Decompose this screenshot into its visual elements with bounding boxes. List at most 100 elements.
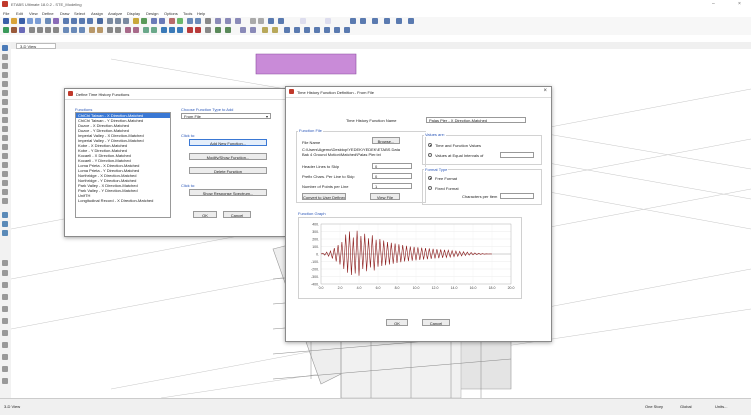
text-icon[interactable] [350,18,356,24]
open-icon[interactable] [11,18,17,24]
merge-icon[interactable] [314,27,320,33]
refresh-icon[interactable] [159,18,165,24]
dimension-tool-icon[interactable] [2,270,8,276]
show-reactions-icon[interactable] [187,27,193,33]
modify-function-button[interactable]: Modify/Show Function... [189,153,267,160]
join-icon[interactable] [324,27,330,33]
reshape-icon[interactable] [2,260,8,266]
cancel-button[interactable]: Cancel [223,211,251,218]
draw-column-icon[interactable] [45,27,51,33]
plan-view-icon[interactable] [115,18,121,24]
snap-icon[interactable] [372,18,378,24]
assign-property-icon[interactable] [143,27,149,33]
verify-design-icon[interactable] [225,27,231,33]
zoom-fit-icon[interactable] [87,18,93,24]
pencil-icon[interactable] [53,18,59,24]
menu-define[interactable]: Define [42,11,54,16]
drawings-icon[interactable] [272,27,278,33]
functions-list[interactable]: ChiChi Taiwan - X Direction-Matched ChiC… [75,112,171,218]
draw-tendon-tool-icon[interactable] [2,198,8,204]
line-snap-icon[interactable] [396,18,402,24]
intersection-icon[interactable] [408,18,414,24]
function-name-input[interactable]: Palas Pier - X Direction-Matched [426,117,526,123]
menu-assign[interactable]: Assign [91,11,103,16]
pan-icon[interactable] [97,18,103,24]
story-icon[interactable] [258,18,264,24]
menu-file[interactable]: File [3,11,9,16]
prefix-chars-input[interactable]: 0 [372,173,412,179]
deselect-icon[interactable] [11,27,17,33]
draw-area-icon[interactable] [2,99,8,105]
draw-tendon-icon[interactable] [97,27,103,33]
menu-tools[interactable]: Tools [183,11,192,16]
rotate-icon[interactable] [141,18,147,24]
draw-opening-icon[interactable] [79,27,85,33]
detailing-icon[interactable] [262,27,268,33]
start-design-icon[interactable] [215,27,221,33]
redo-icon[interactable] [35,18,41,24]
show-undeformed-icon[interactable] [161,27,167,33]
draw-frame-icon[interactable] [29,27,35,33]
lock-icon[interactable] [177,18,183,24]
assign-diaphragm-icon[interactable] [115,27,121,33]
zoom-in-icon[interactable] [63,18,69,24]
draw-wall-icon[interactable] [63,27,69,33]
draw-floor-icon[interactable] [71,27,77,33]
run-analysis-icon[interactable] [169,18,175,24]
draw-beam-icon[interactable] [37,27,43,33]
draw-secondary-beam-icon[interactable] [2,180,8,186]
design-strip-icon[interactable] [2,354,8,360]
rubber-band-icon[interactable] [133,18,139,24]
draw-brace-icon[interactable] [53,27,59,33]
select-all-icon[interactable] [3,27,9,33]
pointer-icon[interactable] [45,18,51,24]
invert-selection-icon[interactable] [19,27,25,33]
reference-line-icon[interactable] [2,306,8,312]
deformed-shape-icon[interactable] [187,18,193,24]
menu-view[interactable]: View [29,11,38,16]
draw-grid-icon[interactable] [2,90,8,96]
grid-icon[interactable] [250,18,256,24]
replicate-icon[interactable] [294,27,300,33]
define-frame-icon[interactable] [268,18,274,24]
delete-function-button[interactable]: Delete Function [189,167,267,174]
view-3d-icon[interactable] [107,18,113,24]
forces-icon[interactable] [195,18,201,24]
show-mode-shape-icon[interactable] [177,27,183,33]
assign-restraint-icon[interactable] [107,27,113,33]
elevation-view-icon[interactable] [123,18,129,24]
draw-link-icon[interactable] [89,27,95,33]
rebar-icon[interactable] [2,366,8,372]
ok-button[interactable]: OK [386,319,408,326]
slab-design-icon[interactable] [250,27,256,33]
assign-modifier-icon[interactable] [151,27,157,33]
show-loads-icon[interactable] [169,27,175,33]
menu-options[interactable]: Options [164,11,178,16]
select-pointer-icon[interactable] [2,45,8,51]
display-options-icon[interactable] [151,18,157,24]
time-values-radio[interactable] [428,143,432,147]
ok-button[interactable]: OK [193,211,217,218]
table-icon[interactable] [205,18,211,24]
concrete-frame-design-icon[interactable] [235,18,241,24]
move-icon[interactable] [284,27,290,33]
draw-link-tool-icon[interactable] [2,189,8,195]
menu-design[interactable]: Design [146,11,158,16]
draw-wall-stack-icon[interactable] [2,126,8,132]
design-icon[interactable] [215,18,221,24]
view-file-button[interactable]: View File [370,193,400,200]
zoom-window-icon[interactable] [79,18,85,24]
draw-beam-tool-icon[interactable] [2,162,8,168]
reference-point-icon[interactable] [2,294,8,300]
convert-to-user-defined-button[interactable]: Convert to User Defined [302,193,346,200]
show-frame-forces-icon[interactable] [195,27,201,33]
point-snap-icon[interactable] [384,18,390,24]
function-type-select[interactable]: From File ▾ [181,113,271,119]
status-story[interactable]: One Story [645,404,663,409]
close-icon[interactable]: × [543,88,547,94]
measure-icon[interactable] [2,282,8,288]
trim-icon[interactable] [334,27,340,33]
draw-line-icon[interactable] [2,63,8,69]
equal-interval-input[interactable] [500,152,534,158]
list-item[interactable]: Longitudinal Record - X Direction-Matche… [76,198,170,203]
